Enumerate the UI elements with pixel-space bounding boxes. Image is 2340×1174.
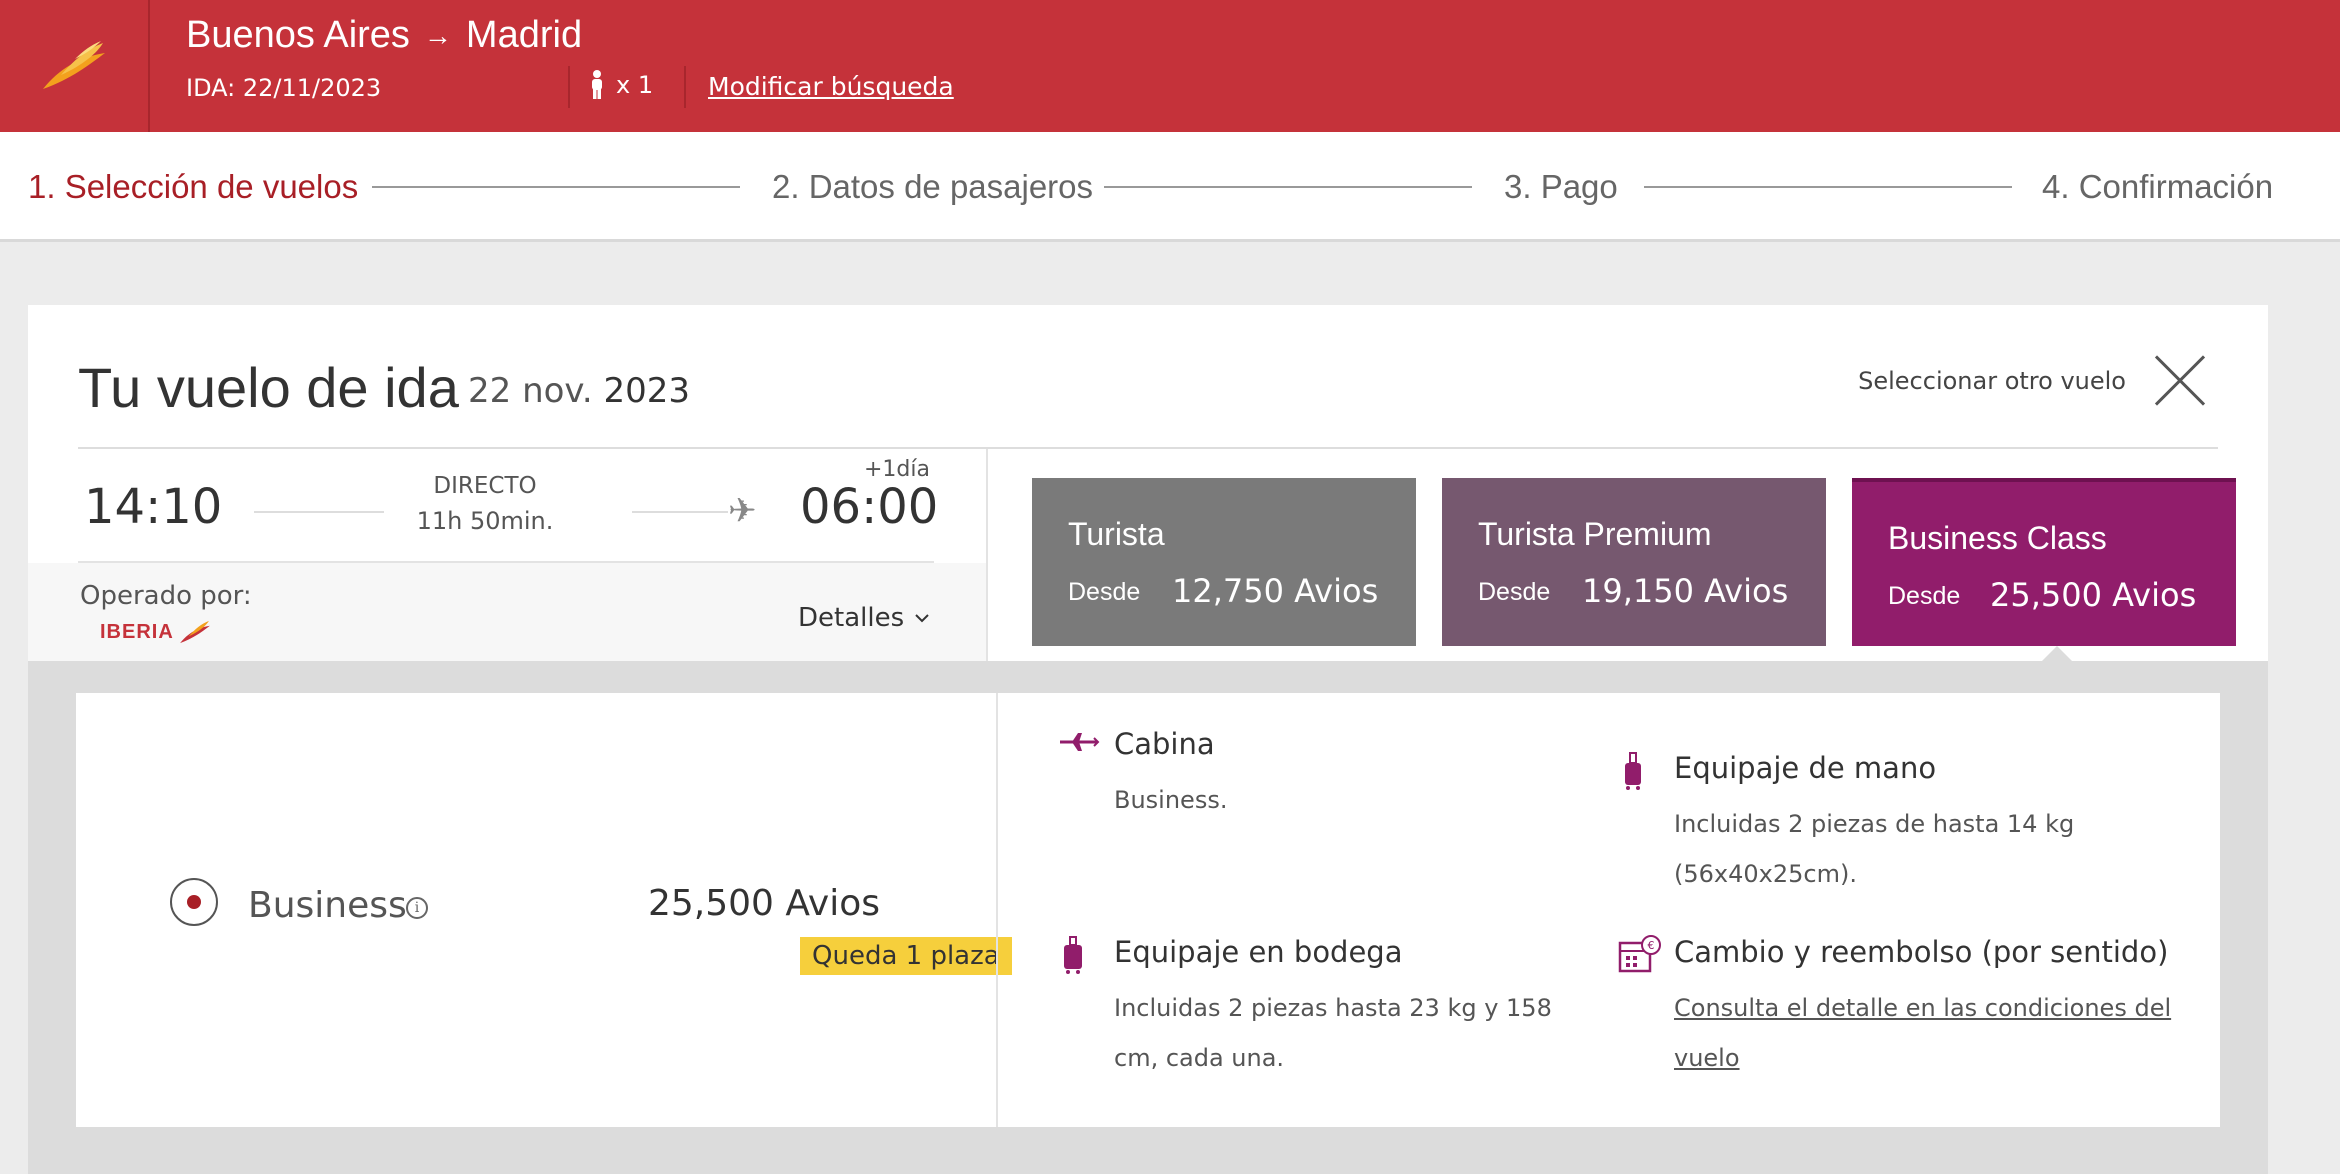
feature-desc: Business. [1114, 786, 1228, 814]
fare-tab-turista-premium[interactable]: Turista Premium Desde 19,150 Avios [1442, 478, 1826, 646]
divider [568, 66, 570, 108]
divider [684, 66, 686, 108]
feature-title: Cabina [1114, 727, 1215, 761]
step-connector [372, 186, 740, 188]
luggage-icon [1064, 936, 1082, 974]
origin-city: Buenos Aires [186, 14, 410, 56]
step-confirmation: 4. Confirmación [2042, 168, 2274, 205]
fare-price: 25,500 Avios [1990, 576, 2197, 614]
feature-desc: Incluidas 2 piezas hasta 23 kg y 158 cm,… [1114, 994, 1552, 1072]
outbound-flight-card: Tu vuelo de ida 22 nov. 2023 Seleccionar… [28, 305, 2268, 1174]
fare-name: Turista [1068, 516, 1165, 552]
fare-option-card: Business i 25,500 Avios Queda 1 plaza Ca… [76, 693, 2220, 1127]
step-passenger-data: 2. Datos de pasajeros [772, 168, 1094, 205]
feature-title: Equipaje en bodega [1114, 935, 1403, 969]
fare-tab-turista[interactable]: Turista Desde 12,750 Avios [1032, 478, 1416, 646]
timeline [632, 511, 728, 513]
fare-tab-business[interactable]: Business Class Desde 25,500 Avios [1852, 478, 2236, 646]
fare-radio-button[interactable] [170, 878, 218, 926]
chevron-down-icon [915, 614, 929, 623]
passenger-count: x 1 [590, 70, 653, 100]
airline-name: IBERIA [100, 620, 174, 643]
iberia-logo[interactable] [0, 0, 150, 132]
modify-search-link[interactable]: Modificar búsqueda [708, 72, 954, 101]
close-icon[interactable] [2152, 353, 2208, 409]
select-other-flight-link[interactable]: Seleccionar otro vuelo [1858, 367, 2126, 395]
selected-fare-pointer [2041, 646, 2073, 662]
fare-desde: Desde [1478, 578, 1551, 606]
departure-time: 14:10 [84, 479, 223, 535]
fare-name: Turista Premium [1478, 516, 1712, 552]
top-header: Buenos Aires → Madrid IDA: 22/11/2023 x … [0, 0, 2340, 132]
feature-desc: Incluidas 2 piezas de hasta 14 kg (56x40… [1674, 810, 2075, 888]
departure-date: IDA: 22/11/2023 [186, 74, 382, 102]
progress-steps: 1. Selección de vuelos 2. Datos de pasaj… [0, 132, 2340, 242]
feature-title: Equipaje de mano [1674, 751, 1937, 785]
step-connector [1644, 186, 2012, 188]
passenger-count-label: x 1 [616, 71, 654, 99]
flight-date: 22 nov. 2023 [468, 371, 690, 411]
flight-duration: 11h 50min. [416, 507, 554, 535]
card-title: Tu vuelo de ida [78, 356, 459, 419]
step-flight-selection: 1. Selección de vuelos [28, 168, 359, 205]
fare-details-area: Business i 25,500 Avios Queda 1 plaza Ca… [28, 661, 2268, 1174]
flight-date-year: 2023 [603, 371, 691, 411]
flight-summary: 14:10 DIRECTO 11h 50min. ✈ +1día 06:00 O… [28, 449, 988, 679]
iberia-wing-icon [179, 620, 210, 644]
airline-logo: IBERIA [100, 619, 212, 645]
fare-desde: Desde [1068, 578, 1141, 606]
info-icon[interactable]: i [406, 897, 428, 919]
airplane-icon: ✈ [728, 491, 757, 531]
details-label: Detalles [798, 603, 905, 633]
timeline [254, 511, 384, 513]
cabin-plane-icon [1060, 733, 1100, 751]
fare-class-name: Business [248, 885, 407, 926]
flight-type: DIRECTO [433, 473, 537, 499]
step-payment: 3. Pago [1504, 168, 1618, 205]
fare-name: Business Class [1888, 520, 2107, 556]
route-arrow: → [423, 19, 452, 51]
iberia-logo-icon [43, 41, 105, 89]
fare-class-price: 25,500 Avios [648, 883, 881, 924]
flight-date-day: 22 nov. [468, 371, 593, 411]
fare-desde: Desde [1888, 582, 1961, 610]
destination-city: Madrid [465, 14, 583, 56]
seats-left-badge: Queda 1 plaza [800, 937, 1012, 975]
suitcase-icon [1625, 752, 1641, 790]
conditions-link[interactable]: Consulta el detalle en las condiciones d… [1674, 983, 2194, 1083]
feature-title: Cambio y reembolso (por sentido) [1674, 935, 2169, 969]
details-button[interactable]: Detalles [798, 603, 930, 633]
arrival-time: 06:00 [800, 479, 939, 535]
calendar-euro-icon: € [1618, 935, 1661, 973]
step-connector [1104, 186, 1472, 188]
fare-price: 19,150 Avios [1582, 572, 1789, 610]
operated-by-label: Operado por: [80, 581, 252, 611]
route-title: Buenos Aires → Madrid [186, 14, 582, 57]
divider [996, 693, 998, 1127]
flight-times: 14:10 DIRECTO 11h 50min. ✈ +1día 06:00 [28, 449, 988, 561]
person-icon [592, 70, 602, 99]
svg-text:€: € [1648, 939, 1655, 952]
fare-price: 12,750 Avios [1172, 572, 1379, 610]
